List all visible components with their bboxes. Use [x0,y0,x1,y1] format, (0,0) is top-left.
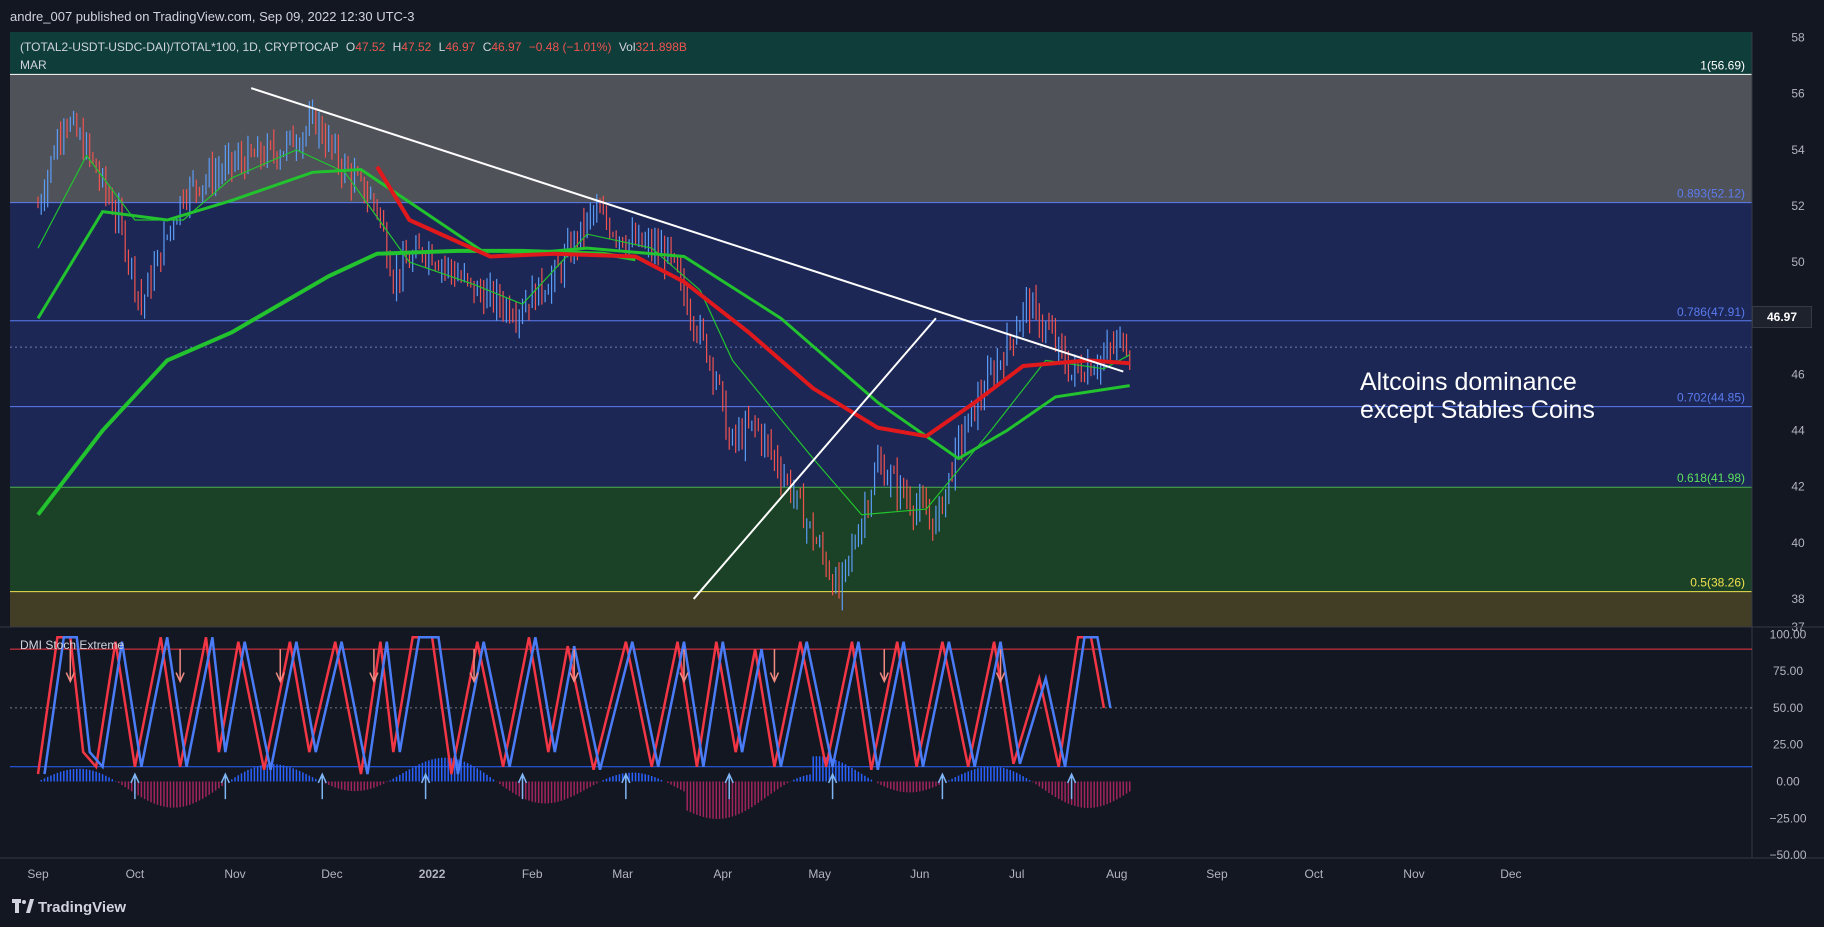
tradingview-icon [12,899,34,913]
osc-tick-label: 100.00 [1770,627,1807,641]
fib-label-2: 0.786(47.91) [1677,305,1745,319]
time-tick-label: Nov [1403,867,1424,881]
tradingview-logo[interactable]: TradingView [12,899,126,916]
time-tick-label: Apr [713,867,732,881]
time-tick-label: Jul [1009,867,1024,881]
open-label: O [345,40,356,54]
annotation-line-1: Altcoins dominance [1360,368,1577,396]
price-tick-label: 38 [1791,592,1805,606]
volume-value: 321.898B [635,40,687,54]
osc-tick-label: −50.00 [1769,848,1806,862]
price-tick-label: 40 [1791,536,1805,550]
osc-tick-label: 50.00 [1773,701,1803,715]
price-tick-label: 42 [1791,480,1805,494]
fib-label-4: 0.618(41.98) [1677,471,1745,485]
high-value: 47.52 [401,40,432,54]
annotation-line-2: except Stables Coins [1360,396,1595,424]
osc-tick-label: −25.00 [1769,811,1806,825]
fib-zone-5 [10,591,1752,627]
time-tick-label: Dec [321,867,342,881]
time-tick-label: 2022 [419,867,446,881]
fib-zone-0 [10,74,1752,203]
oscillator-panel [10,627,1752,858]
open-value: 47.52 [355,40,386,54]
chart-area[interactable]: 1(56.69) 0.893(52.12) 0.786(47.91) 0.702(44… [0,0,1824,927]
chart-annotation[interactable]: Altcoins dominance except Stables Coins [1360,368,1595,424]
time-tick-label: Aug [1106,867,1127,881]
brand-name: TradingView [38,899,127,916]
time-tick-label: Nov [224,867,245,881]
price-tick-label: 52 [1791,199,1805,213]
last-price-badge: 46.97 [1752,306,1812,328]
change-value: −0.48 (−1.01%) [528,40,612,54]
time-tick-label: Feb [522,867,543,881]
footer-bar [0,890,1824,927]
symbol-legend: (TOTAL2-USDT-USDC-DAI)/TOTAL*100, 1D, CR… [20,40,687,54]
fib-label-1: 0.893(52.12) [1677,187,1745,201]
price-tick-label: 56 [1791,87,1805,101]
fib-label-3: 0.702(44.85) [1677,391,1745,405]
price-tick-label: 46 [1791,367,1805,381]
oscillator-name[interactable]: DMI Stoch Extreme [20,638,124,652]
osc-tick-label: 0.00 [1776,774,1800,788]
osc-tick-label: 75.00 [1773,664,1803,678]
time-tick-label: Sep [1206,867,1228,881]
price-tick-label: 54 [1791,143,1805,157]
fib-label-0: 1(56.69) [1700,58,1745,72]
time-tick-label: Oct [1305,867,1324,881]
time-tick-label: Oct [126,867,145,881]
indicator-name[interactable]: MAR [20,58,47,72]
symbol-name: (TOTAL2-USDT-USDC-DAI)/TOTAL*100, 1D, CR… [20,40,339,54]
time-tick-label: Mar [612,867,633,881]
time-tick-label: Dec [1500,867,1521,881]
fib-label-5: 0.5(38.26) [1690,576,1745,590]
time-tick-label: May [808,867,831,881]
price-tick-label: 58 [1791,31,1805,45]
fib-zone-4 [10,487,1752,592]
price-tick-label: 44 [1791,424,1805,438]
time-tick-label: Sep [27,867,49,881]
fib-zone-1 [10,202,1752,321]
close-value: 46.97 [491,40,522,54]
high-label: H [392,40,402,54]
osc-tick-label: 25.00 [1773,738,1803,752]
price-tick-label: 50 [1791,255,1805,269]
time-tick-label: Jun [910,867,929,881]
volume-label: Vol [618,40,636,54]
low-value: 46.97 [445,40,476,54]
